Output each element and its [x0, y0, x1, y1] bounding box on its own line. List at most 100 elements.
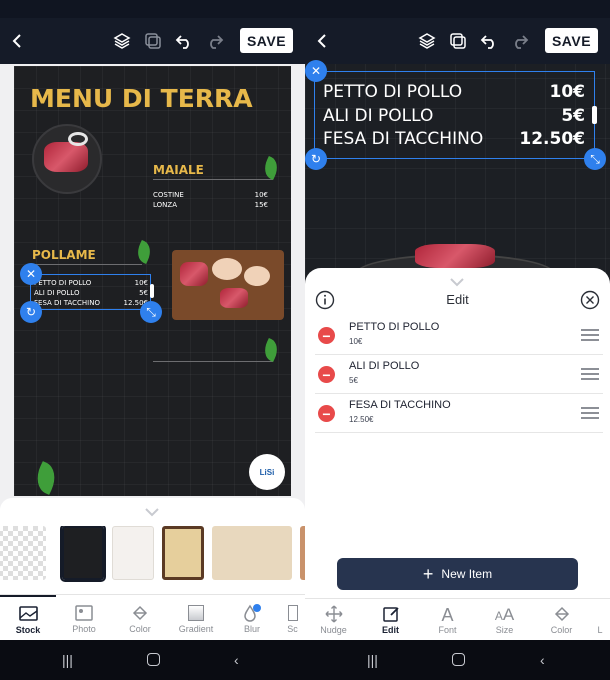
item-price: 15€	[254, 201, 268, 209]
left-pane: SAVE MENU DI TERRA MAIALE COSTINE 10€ LO…	[0, 18, 305, 640]
marble-background-thumb[interactable]	[112, 526, 154, 580]
save-button[interactable]: SAVE	[240, 28, 293, 53]
item-name[interactable]: FESA DI TACCHINO	[349, 399, 451, 411]
image-stack-icon	[17, 603, 39, 625]
transparent-background-thumb[interactable]	[0, 526, 46, 580]
rotate-handle[interactable]: ↻	[20, 301, 42, 323]
back-nav-icon[interactable]: ‹	[234, 652, 239, 668]
leaf-decoration	[133, 239, 155, 265]
tool-label: Size	[495, 624, 514, 635]
onion-ring-image	[68, 132, 88, 146]
delete-element-handle[interactable]: ✕	[20, 263, 42, 285]
drag-handle-icon[interactable]	[581, 368, 599, 383]
tool-label: Edit	[382, 624, 399, 635]
tool-label: Blur	[243, 623, 260, 634]
selection-box[interactable]	[314, 71, 595, 159]
background-thumbnails	[0, 526, 305, 584]
list-item[interactable]: − ALI DI POLLO 5€	[315, 355, 603, 394]
tool-scale[interactable]: Sc	[280, 595, 305, 640]
item-name: COSTINE	[153, 191, 184, 199]
tool-color[interactable]: Color	[112, 595, 168, 640]
list-item[interactable]: − FESA DI TACCHINO 12.50€	[315, 394, 603, 433]
recent-apps-icon[interactable]: |||	[367, 652, 378, 668]
chicken-leg-image	[244, 266, 270, 286]
home-icon[interactable]	[147, 653, 160, 666]
selection-box[interactable]	[30, 274, 151, 310]
redo-icon[interactable]	[508, 29, 532, 53]
tool-nudge[interactable]: Nudge	[305, 599, 362, 640]
tool-font[interactable]: A Font	[419, 599, 476, 640]
font-icon: A	[441, 604, 454, 625]
top-bar: SAVE	[0, 18, 305, 64]
leaf-decoration	[260, 337, 282, 363]
new-item-button[interactable]: + New Item	[337, 558, 578, 590]
blur-drop-icon	[241, 602, 263, 624]
duplicate-icon[interactable]	[141, 29, 165, 53]
duplicate-icon[interactable]	[446, 29, 470, 53]
meat-image	[415, 244, 495, 268]
tool-blur[interactable]: Blur	[224, 595, 280, 640]
rotate-handle[interactable]: ↻	[305, 148, 327, 170]
wood-background-thumb[interactable]	[212, 526, 292, 580]
list-item[interactable]: − PETTO DI POLLO 10€	[315, 316, 603, 355]
layers-icon[interactable]	[110, 29, 134, 53]
menu-item-row[interactable]: COSTINE 10€	[153, 191, 268, 199]
meat-roll-image	[220, 288, 248, 308]
remove-item-button[interactable]: −	[318, 405, 335, 422]
undo-icon[interactable]	[172, 29, 196, 53]
tool-edit[interactable]: Edit	[362, 599, 419, 640]
resize-handle[interactable]: ⤡	[140, 301, 162, 323]
delete-element-handle[interactable]: ✕	[305, 60, 327, 82]
tool-label: Gradient	[178, 623, 214, 634]
item-price[interactable]: 10€	[349, 337, 362, 346]
section-title-maiale[interactable]: MAIALE	[153, 163, 204, 177]
drag-handle-icon[interactable]	[581, 329, 599, 344]
close-icon[interactable]	[580, 290, 600, 315]
item-name[interactable]: ALI DI POLLO	[349, 360, 419, 372]
undo-icon[interactable]	[477, 29, 501, 53]
section-title-pollame[interactable]: POLLAME	[32, 248, 96, 262]
home-icon[interactable]	[452, 653, 465, 666]
top-bar: SAVE	[305, 18, 610, 64]
photo-icon	[74, 602, 94, 624]
item-name: LONZA	[153, 201, 177, 209]
parchment-background-thumb[interactable]	[162, 526, 204, 580]
collapse-chevron-icon[interactable]	[144, 504, 160, 522]
tool-photo[interactable]: Photo	[56, 595, 112, 640]
divider	[153, 179, 273, 180]
background-sheet: Stock Photo Color Gradient Blur Sc	[0, 498, 305, 640]
item-price[interactable]: 12.50€	[349, 415, 373, 424]
back-nav-icon[interactable]: ‹	[540, 652, 545, 668]
side-drag-handle[interactable]	[592, 106, 597, 124]
item-price[interactable]: 5€	[349, 376, 358, 385]
tool-color[interactable]: Color	[533, 599, 590, 640]
resize-handle[interactable]: ⤡	[584, 148, 606, 170]
design-canvas[interactable]: MENU DI TERRA MAIALE COSTINE 10€ LONZA 1…	[14, 66, 291, 496]
remove-item-button[interactable]: −	[318, 327, 335, 344]
menu-title[interactable]: MENU DI TERRA	[30, 84, 253, 113]
collapse-chevron-icon[interactable]	[449, 274, 465, 292]
beef-image	[180, 262, 208, 286]
edit-sheet: Edit − PETTO DI POLLO 10€ − ALI DI POLLO…	[305, 268, 610, 598]
back-icon[interactable]	[311, 29, 335, 53]
dark-texture-background-thumb[interactable]	[60, 526, 106, 582]
left-toolbar: Stock Photo Color Gradient Blur Sc	[0, 594, 305, 640]
paint-bucket-icon	[130, 602, 150, 624]
layers-icon[interactable]	[415, 29, 439, 53]
menu-item-row[interactable]: LONZA 15€	[153, 201, 268, 209]
side-drag-handle[interactable]	[150, 284, 154, 298]
tool-gradient[interactable]: Gradient	[168, 595, 224, 640]
back-icon[interactable]	[6, 29, 30, 53]
save-button[interactable]: SAVE	[545, 28, 598, 53]
recent-apps-icon[interactable]: |||	[62, 652, 73, 668]
tool-size[interactable]: AA Size	[476, 599, 533, 640]
tool-stock[interactable]: Stock	[0, 595, 56, 640]
item-name[interactable]: PETTO DI POLLO	[349, 321, 439, 333]
drag-handle-icon[interactable]	[581, 407, 599, 422]
right-pane: SAVE PETTO DI POLLO 10€ ALI DI POLLO 5€ …	[305, 18, 610, 640]
tool-layer[interactable]: L	[590, 599, 610, 640]
remove-item-button[interactable]: −	[318, 366, 335, 383]
lisi-logo[interactable]: LiSi	[249, 454, 285, 490]
right-toolbar: Nudge Edit A Font AA Size Color L	[305, 598, 610, 640]
redo-icon[interactable]	[203, 29, 227, 53]
